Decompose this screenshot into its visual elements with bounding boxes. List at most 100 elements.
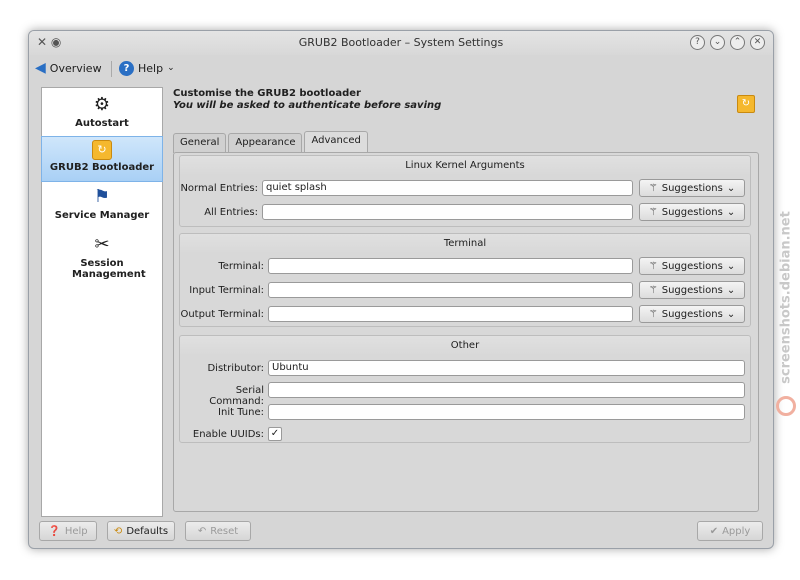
wand-icon: ⚚ xyxy=(648,284,658,296)
input-terminal-label: Input Terminal: xyxy=(189,285,264,296)
apply-button-label: Apply xyxy=(722,525,751,537)
page-subtitle: You will be asked to authenticate before… xyxy=(173,100,442,111)
content-area: Customise the GRUB2 bootloader You will … xyxy=(171,87,761,517)
defaults-button[interactable]: ⟲ Defaults xyxy=(107,521,175,541)
output-terminal-row: Output Terminal: ⚚ Suggestions ⌄ xyxy=(180,305,750,324)
defaults-button-label: Defaults xyxy=(126,525,169,537)
sidebar-item-session-management[interactable]: ✂ Session Management xyxy=(42,234,162,290)
sidebar-item-autostart[interactable]: ⚙ Autostart xyxy=(42,94,162,138)
tab-general[interactable]: General xyxy=(173,133,227,153)
toolbar: ◀ Overview ? Help ⌄ xyxy=(29,55,773,81)
wand-icon: ⚚ xyxy=(648,308,658,320)
normal-entries-input[interactable]: quiet splash xyxy=(262,180,633,196)
input-terminal-input[interactable] xyxy=(268,282,633,298)
help-menu-button[interactable]: ? Help ⌄ xyxy=(119,58,175,78)
page-title: Customise the GRUB2 bootloader xyxy=(173,88,361,99)
suggestions-label: Suggestions xyxy=(661,260,723,272)
init-tune-row: Init Tune: xyxy=(180,404,750,422)
chevron-down-icon: ⌄ xyxy=(726,206,736,218)
apply-icon: ✔ xyxy=(709,525,719,537)
enable-uuids-checkbox[interactable]: ✓ xyxy=(268,427,282,441)
grub-icon: ↻ xyxy=(737,95,755,113)
normal-entries-label: Normal Entries: xyxy=(180,183,258,194)
output-terminal-input[interactable] xyxy=(268,306,633,322)
tools-icon: ✂ xyxy=(94,234,110,255)
wand-icon: ⚚ xyxy=(648,206,658,218)
suggestions-label: Suggestions xyxy=(661,206,723,218)
window-title: GRUB2 Bootloader – System Settings xyxy=(298,36,504,49)
output-terminal-label: Output Terminal: xyxy=(180,309,264,320)
distributor-input[interactable]: Ubuntu xyxy=(268,360,745,376)
overview-label: Overview xyxy=(49,61,102,75)
distributor-row: Distributor: Ubuntu xyxy=(180,360,750,378)
tab-advanced[interactable]: Advanced xyxy=(304,131,368,153)
normal-entries-row: Normal Entries: quiet splash ⚚ Suggestio… xyxy=(180,179,750,198)
chevron-down-icon: ⌄ xyxy=(726,182,736,194)
title-bar: ✕ ◉ GRUB2 Bootloader – System Settings ?… xyxy=(29,31,773,55)
help-label: Help xyxy=(138,61,164,75)
grub-icon: ↻ xyxy=(42,137,162,160)
chevron-down-icon: ⌄ xyxy=(726,260,736,272)
serial-command-row: Serial Command: xyxy=(180,382,750,407)
suggestions-label: Suggestions xyxy=(661,308,723,320)
apply-button[interactable]: ✔ Apply xyxy=(697,521,763,541)
input-suggestions-button[interactable]: ⚚ Suggestions ⌄ xyxy=(639,281,745,299)
watermark: screenshots.debian.net xyxy=(776,180,796,420)
close-icon[interactable]: ✕ xyxy=(750,35,765,50)
flag-icon: ⚑ xyxy=(93,186,111,207)
terminal-row: Terminal: ⚚ Suggestions ⌄ xyxy=(180,257,750,276)
enable-uuids-row: Enable UUIDs: ✓ xyxy=(180,426,750,444)
serial-command-input[interactable] xyxy=(268,382,745,398)
init-tune-input[interactable] xyxy=(268,404,745,420)
sidebar-item-service-manager[interactable]: ⚑ Service Manager xyxy=(42,186,162,230)
overview-button[interactable]: ◀ Overview xyxy=(35,58,102,78)
sidebar-item-label: GRUB2 Bootloader xyxy=(49,162,155,173)
maximize-icon[interactable]: ⌃ xyxy=(730,35,745,50)
suggestions-label: Suggestions xyxy=(661,284,723,296)
normal-suggestions-button[interactable]: ⚚ Suggestions ⌄ xyxy=(639,179,745,197)
output-suggestions-button[interactable]: ⚚ Suggestions ⌄ xyxy=(639,305,745,323)
help-button[interactable]: ❓ Help xyxy=(39,521,97,541)
chevron-down-icon: ⌄ xyxy=(726,284,736,296)
all-entries-row: All Entries: ⚚ Suggestions ⌄ xyxy=(180,203,750,222)
advanced-pane: Linux Kernel Arguments Normal Entries: q… xyxy=(173,152,759,512)
sidebar-item-label: Session Management xyxy=(72,258,146,280)
sidebar-item-label: Autostart xyxy=(75,118,129,129)
minimize-icon[interactable]: ⌄ xyxy=(710,35,725,50)
chevron-down-icon: ⌄ xyxy=(167,63,175,73)
sidebar-item-label: Service Manager xyxy=(54,210,150,221)
input-terminal-row: Input Terminal: ⚚ Suggestions ⌄ xyxy=(180,281,750,300)
wand-icon: ⚚ xyxy=(648,182,658,194)
reset-button-label: Reset xyxy=(210,525,239,537)
wand-icon: ⚚ xyxy=(648,260,658,272)
terminal-suggestions-button[interactable]: ⚚ Suggestions ⌄ xyxy=(639,257,745,275)
defaults-icon: ⟲ xyxy=(113,525,123,537)
gear-icon: ⚙ xyxy=(93,94,111,115)
help-button-label: Help xyxy=(64,525,88,537)
distributor-label: Distributor: xyxy=(207,363,264,374)
all-suggestions-button[interactable]: ⚚ Suggestions ⌄ xyxy=(639,203,745,221)
kernel-arguments-group: Linux Kernel Arguments Normal Entries: q… xyxy=(179,155,751,227)
debian-logo-icon xyxy=(776,396,796,416)
group-title: Linux Kernel Arguments xyxy=(405,160,525,171)
reset-icon: ↶ xyxy=(197,525,207,537)
all-entries-input[interactable] xyxy=(262,204,633,220)
group-title: Terminal xyxy=(443,238,487,249)
init-tune-label: Init Tune: xyxy=(218,407,264,418)
sidebar-item-grub2-bootloader[interactable]: ↻ GRUB2 Bootloader xyxy=(41,136,163,182)
terminal-label: Terminal: xyxy=(218,261,264,272)
terminal-group: Terminal Terminal: ⚚ Suggestions ⌄ Input… xyxy=(179,233,751,327)
help-icon: ❓ xyxy=(48,525,61,537)
tab-bar: General Appearance Advanced xyxy=(173,131,368,153)
toolbar-separator xyxy=(111,61,112,77)
tab-appearance[interactable]: Appearance xyxy=(228,133,303,153)
watermark-text: screenshots.debian.net xyxy=(778,211,794,384)
sidebar: ⚙ Autostart ↻ GRUB2 Bootloader ⚑ Service… xyxy=(41,87,163,517)
enable-uuids-label: Enable UUIDs: xyxy=(192,429,264,440)
terminal-input[interactable] xyxy=(268,258,633,274)
help-window-icon[interactable]: ? xyxy=(690,35,705,50)
chevron-down-icon: ⌄ xyxy=(726,308,736,320)
reset-button[interactable]: ↶ Reset xyxy=(185,521,251,541)
help-icon: ? xyxy=(119,60,134,76)
suggestions-label: Suggestions xyxy=(661,182,723,194)
